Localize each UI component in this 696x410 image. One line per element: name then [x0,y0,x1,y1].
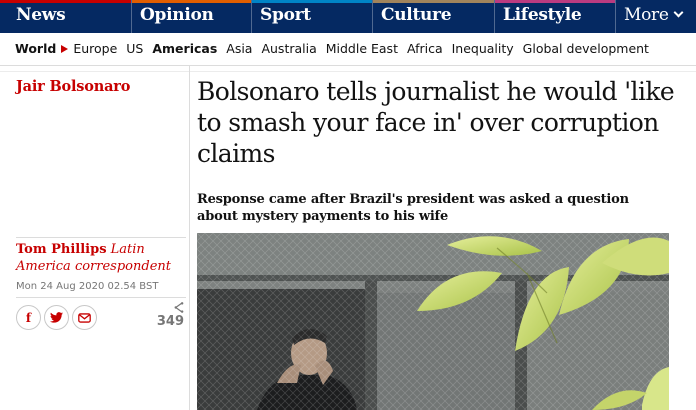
subnav-item-americas[interactable]: Americas [152,41,217,56]
twitter-share-button[interactable] [44,305,69,330]
pillar-accent-bar [373,0,494,3]
share-count-value: 349 [156,314,184,329]
nav-more-label: More [624,5,669,25]
share-icon [174,302,184,313]
publish-date: Mon 24 Aug 2020 02.54 BST [16,281,159,292]
facebook-icon: f [25,310,32,325]
author-name[interactable]: Tom Phillips [16,242,107,257]
series-label[interactable]: Jair Bolsonaro [16,78,130,95]
article-standfirst: Response came after Brazil's president w… [197,192,629,224]
subnav-item-inequality[interactable]: Inequality [452,41,514,56]
byline: Tom Phillips Latin America correspondent [16,241,188,275]
nav-pillar-sport[interactable]: Sport [251,0,372,33]
nav-pillar-label: Culture [381,5,452,25]
nav-pillar-opinion[interactable]: Opinion [131,0,251,33]
email-share-button[interactable] [72,305,97,330]
nav-pillar-news[interactable]: News [0,0,131,33]
email-icon [78,312,91,323]
subnav-item-asia[interactable]: Asia [226,41,252,56]
subnav-item-australia[interactable]: Australia [261,41,316,56]
twitter-icon [50,312,63,323]
nav-more-label-wrap: More [624,5,684,25]
nav-more-menu[interactable]: More [615,0,696,33]
divider [16,237,186,238]
sub-navigation: World Europe US Americas Asia Australia M… [0,33,696,66]
article-main-image [197,233,669,410]
nav-pillar-label: Lifestyle [503,5,582,25]
pillar-accent-bar [252,0,372,3]
subnav-item-world[interactable]: World [15,41,56,56]
subnav-item-africa[interactable]: Africa [407,41,443,56]
share-count: 349 [152,302,184,329]
nav-pillar-culture[interactable]: Culture [372,0,494,33]
pillar-accent-bar [495,0,615,3]
divider [16,297,186,298]
article-photo [197,233,669,410]
nav-pillar-label: Opinion [140,5,214,25]
subnav-item-europe[interactable]: Europe [73,41,117,56]
top-navigation: News Opinion Sport Culture Lifestyle Mor… [0,0,696,33]
subnav-item-global-development[interactable]: Global development [523,41,649,56]
nav-pillar-label: News [16,5,66,25]
facebook-share-button[interactable]: f [16,305,41,330]
pillar-accent-bar [0,0,131,3]
article-headline: Bolsonaro tells journalist he would 'lik… [197,77,675,168]
nav-pillar-lifestyle[interactable]: Lifestyle [494,0,615,33]
arrow-right-icon [61,45,69,53]
subnav-item-us[interactable]: US [126,41,143,56]
chevron-down-icon [673,7,684,18]
subnav-item-middle-east[interactable]: Middle East [326,41,398,56]
divider [0,71,696,72]
nav-pillar-label: Sport [260,5,311,25]
pillar-accent-bar [132,0,251,3]
column-divider [189,66,190,410]
